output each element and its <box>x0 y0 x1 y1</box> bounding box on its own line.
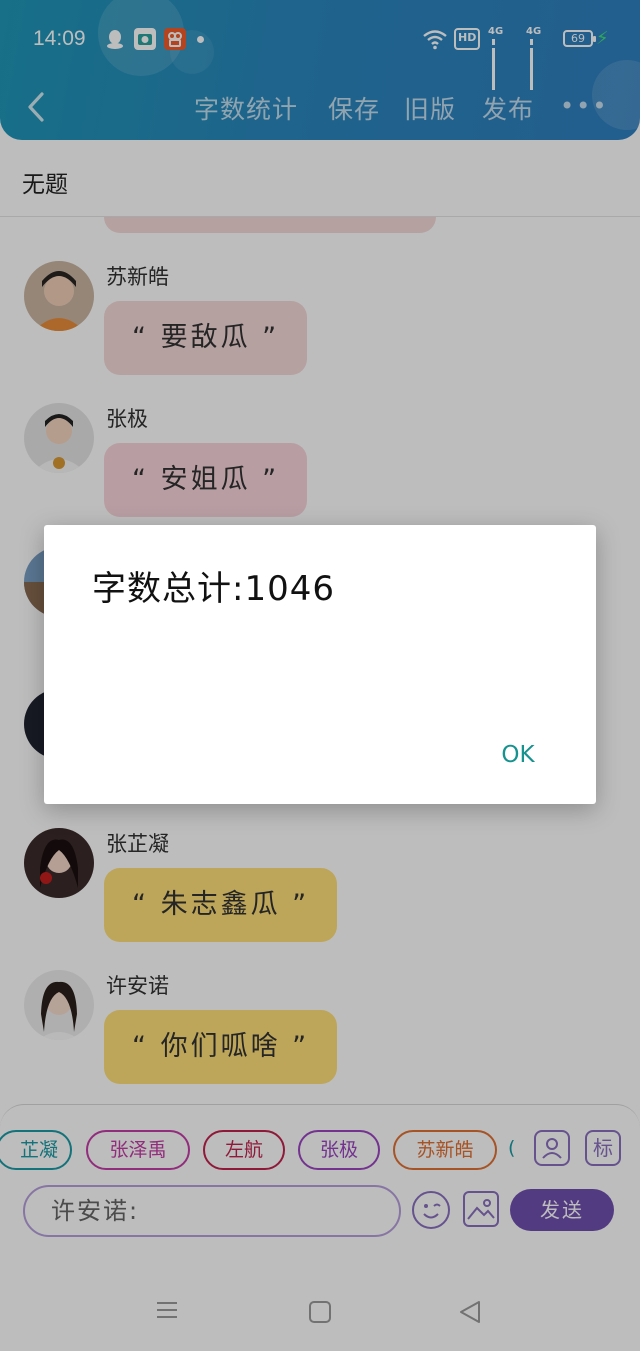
ok-button[interactable]: OK <box>490 735 546 775</box>
dialog-message: 字数总计:1046 <box>92 569 335 609</box>
word-count-dialog: 字数总计:1046 OK <box>44 525 596 804</box>
